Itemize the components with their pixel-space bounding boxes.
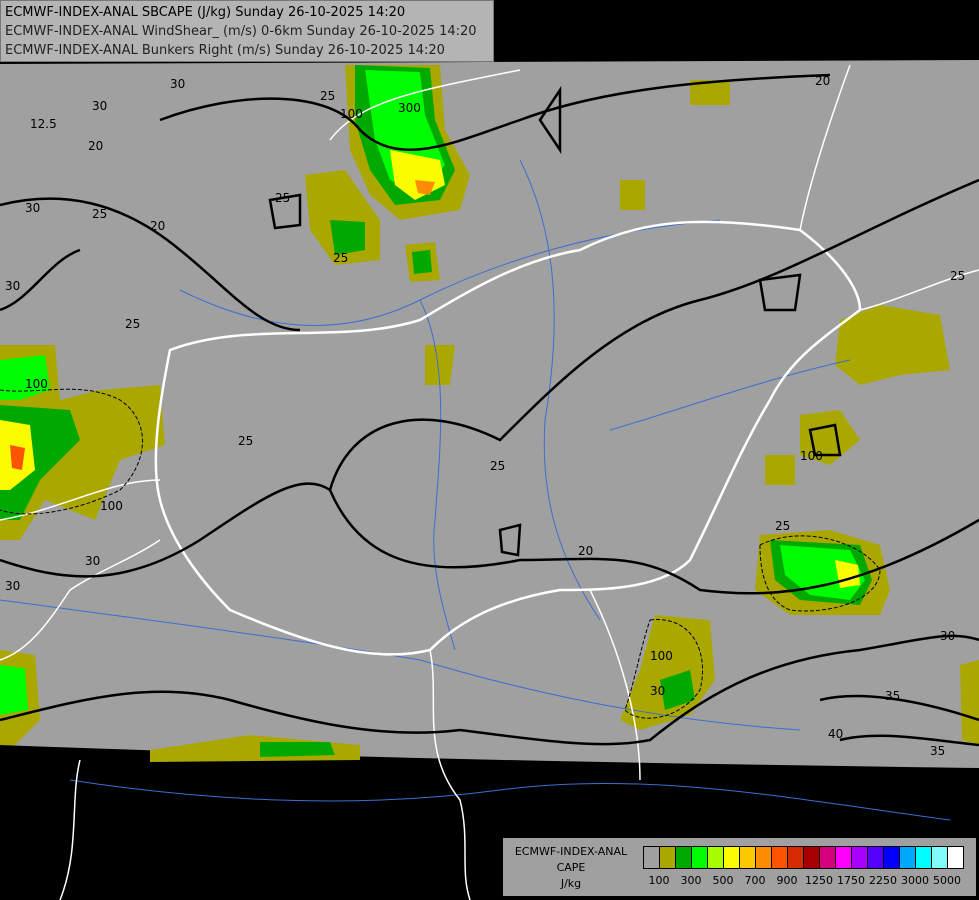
legend-swatch — [900, 847, 916, 868]
legend-tick: 2250 — [869, 874, 897, 887]
svg-text:25: 25 — [92, 207, 107, 221]
legend-swatch — [932, 847, 948, 868]
svg-text:20: 20 — [150, 219, 165, 233]
svg-text:30: 30 — [92, 99, 107, 113]
legend-tick: 3000 — [901, 874, 929, 887]
weather-map: 12.5 20 30 25 30 25 30 25 100 300 25 25 … — [0, 0, 979, 900]
svg-text:40: 40 — [828, 727, 843, 741]
legend-field: CAPE — [556, 861, 586, 874]
svg-text:30: 30 — [650, 684, 665, 698]
legend-swatch — [644, 847, 660, 868]
legend-swatch — [756, 847, 772, 868]
svg-text:30: 30 — [25, 201, 40, 215]
svg-text:25: 25 — [320, 89, 335, 103]
legend-tick: 1250 — [805, 874, 833, 887]
legend-swatch — [948, 847, 963, 868]
svg-text:25: 25 — [275, 191, 290, 205]
svg-text:100: 100 — [650, 649, 673, 663]
svg-text:20: 20 — [88, 139, 103, 153]
legend-tick: 1750 — [837, 874, 865, 887]
legend-swatch — [820, 847, 836, 868]
svg-text:20: 20 — [815, 74, 830, 88]
legend-tick-labels: 100 300 500 700 900 1250 1750 2250 3000 5000 — [643, 874, 963, 888]
legend-swatch — [692, 847, 708, 868]
map-title-box: ECMWF-INDEX-ANAL SBCAPE (J/kg) Sunday 26… — [0, 0, 494, 62]
legend-unit: J/kg — [560, 877, 582, 890]
title-sbcape: ECMWF-INDEX-ANAL SBCAPE (J/kg) Sunday 26… — [5, 5, 406, 20]
legend-tick: 100 — [648, 874, 670, 887]
legend-swatch — [804, 847, 820, 868]
svg-text:30: 30 — [5, 579, 20, 593]
legend-swatch — [788, 847, 804, 868]
legend-tick: 700 — [744, 874, 766, 887]
svg-text:100: 100 — [800, 449, 823, 463]
legend-swatch — [708, 847, 724, 868]
svg-text:35: 35 — [930, 744, 945, 758]
svg-text:20: 20 — [578, 544, 593, 558]
legend-swatch — [676, 847, 692, 868]
legend-swatch — [836, 847, 852, 868]
legend-swatch — [660, 847, 676, 868]
legend-tick: 900 — [776, 874, 798, 887]
legend-model: ECMWF-INDEX-ANAL — [514, 845, 628, 858]
legend-swatch — [740, 847, 756, 868]
title-bunkers-right: ECMWF-INDEX-ANAL Bunkers Right (m/s) Sun… — [5, 43, 445, 58]
svg-text:100: 100 — [100, 499, 123, 513]
legend-title: ECMWF-INDEX-ANAL CAPE J/kg — [507, 844, 635, 892]
svg-text:25: 25 — [125, 317, 140, 331]
svg-text:30: 30 — [170, 77, 185, 91]
legend-tick: 300 — [680, 874, 702, 887]
legend-swatch — [868, 847, 884, 868]
svg-text:25: 25 — [238, 434, 253, 448]
legend-swatch — [884, 847, 900, 868]
svg-text:35: 35 — [885, 689, 900, 703]
svg-text:25: 25 — [490, 459, 505, 473]
svg-text:100: 100 — [340, 107, 363, 121]
cape-legend: ECMWF-INDEX-ANAL CAPE J/kg 100 300 500 700 9… — [503, 838, 976, 896]
svg-text:25: 25 — [775, 519, 790, 533]
legend-swatch — [916, 847, 932, 868]
svg-text:12.5: 12.5 — [30, 117, 57, 131]
svg-text:100: 100 — [25, 377, 48, 391]
title-windshear: ECMWF-INDEX-ANAL WindShear_ (m/s) 0-6km … — [5, 24, 477, 39]
svg-text:25: 25 — [950, 269, 965, 283]
legend-tick: 5000 — [933, 874, 961, 887]
legend-tick: 500 — [712, 874, 734, 887]
legend-swatch — [852, 847, 868, 868]
svg-text:25: 25 — [333, 251, 348, 265]
svg-text:30: 30 — [85, 554, 100, 568]
legend-swatch — [724, 847, 740, 868]
legend-color-bar — [643, 846, 964, 869]
legend-swatch — [772, 847, 788, 868]
svg-text:30: 30 — [5, 279, 20, 293]
svg-text:300: 300 — [398, 101, 421, 115]
svg-text:30: 30 — [940, 629, 955, 643]
